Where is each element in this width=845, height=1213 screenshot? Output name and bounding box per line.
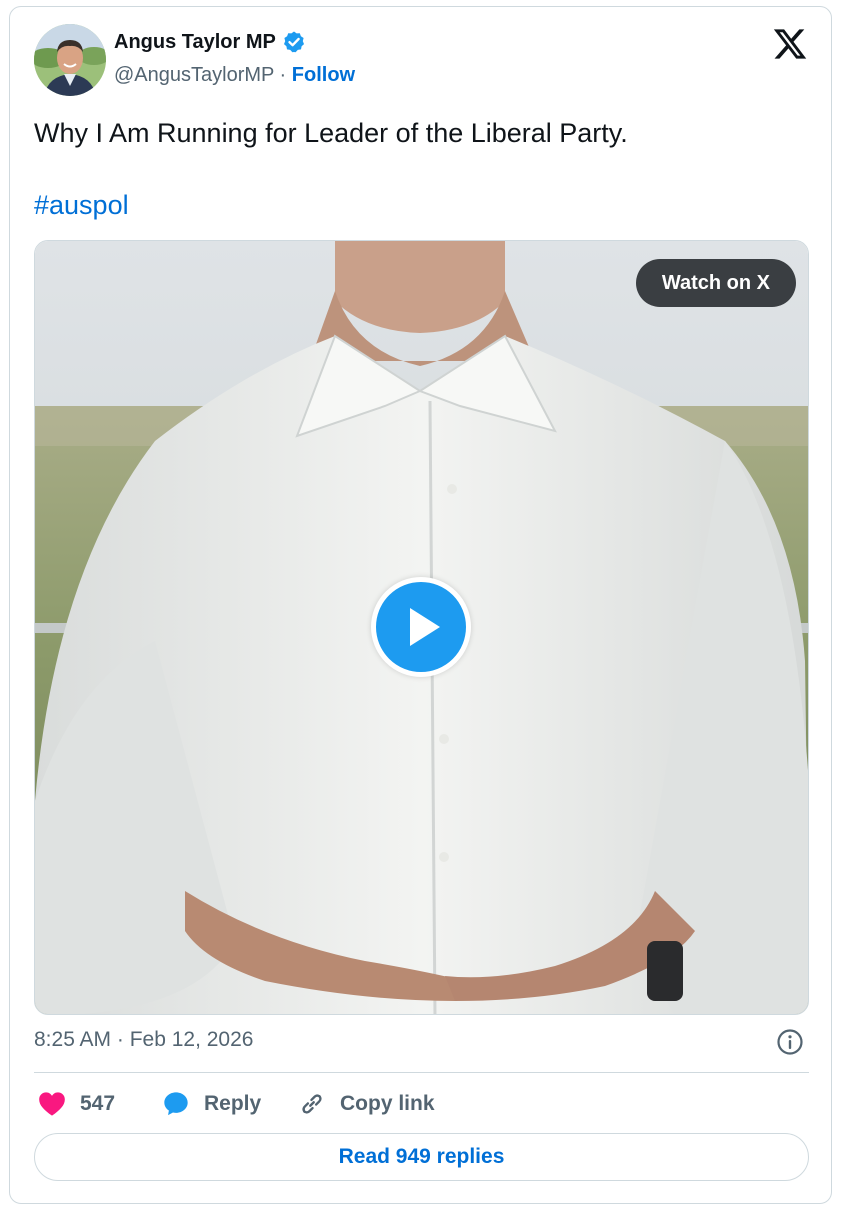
video-thumbnail[interactable]: Watch on X — [34, 240, 809, 1015]
play-button[interactable] — [371, 577, 471, 677]
like-button[interactable]: 547 — [38, 1087, 115, 1121]
verified-badge-icon — [282, 30, 306, 54]
author-display-name[interactable]: Angus Taylor MP — [114, 31, 276, 54]
avatar[interactable] — [34, 24, 106, 96]
divider — [34, 1072, 809, 1073]
author-handle[interactable]: @AngusTaylorMP — [114, 64, 274, 86]
tweet-text: Why I Am Running for Leader of the Liber… — [34, 118, 628, 148]
copy-link-button[interactable]: Copy link — [298, 1087, 435, 1121]
like-count: 547 — [80, 1092, 116, 1115]
reply-label: Reply — [204, 1092, 262, 1115]
heart-icon — [39, 1092, 65, 1116]
handle-separator: · — [274, 64, 292, 86]
author-handle-row: @AngusTaylorMP · Follow — [114, 64, 355, 87]
follow-button[interactable]: Follow — [292, 64, 355, 86]
read-replies-button[interactable]: Read 949 replies — [34, 1133, 809, 1181]
hashtag-link[interactable]: #auspol — [34, 188, 129, 222]
info-icon[interactable] — [776, 1028, 804, 1056]
reply-button[interactable]: Reply — [162, 1087, 261, 1121]
copy-link-label: Copy link — [340, 1092, 435, 1115]
link-icon — [302, 1094, 322, 1114]
play-icon — [410, 608, 440, 646]
tweet-timestamp[interactable]: 8:25 AM · Feb 12, 2026 — [34, 1028, 253, 1052]
reply-bubble-icon — [164, 1092, 188, 1116]
x-logo-icon[interactable] — [772, 26, 808, 62]
author-name-row: Angus Taylor MP — [114, 30, 306, 54]
watch-on-x-button[interactable]: Watch on X — [635, 259, 796, 307]
